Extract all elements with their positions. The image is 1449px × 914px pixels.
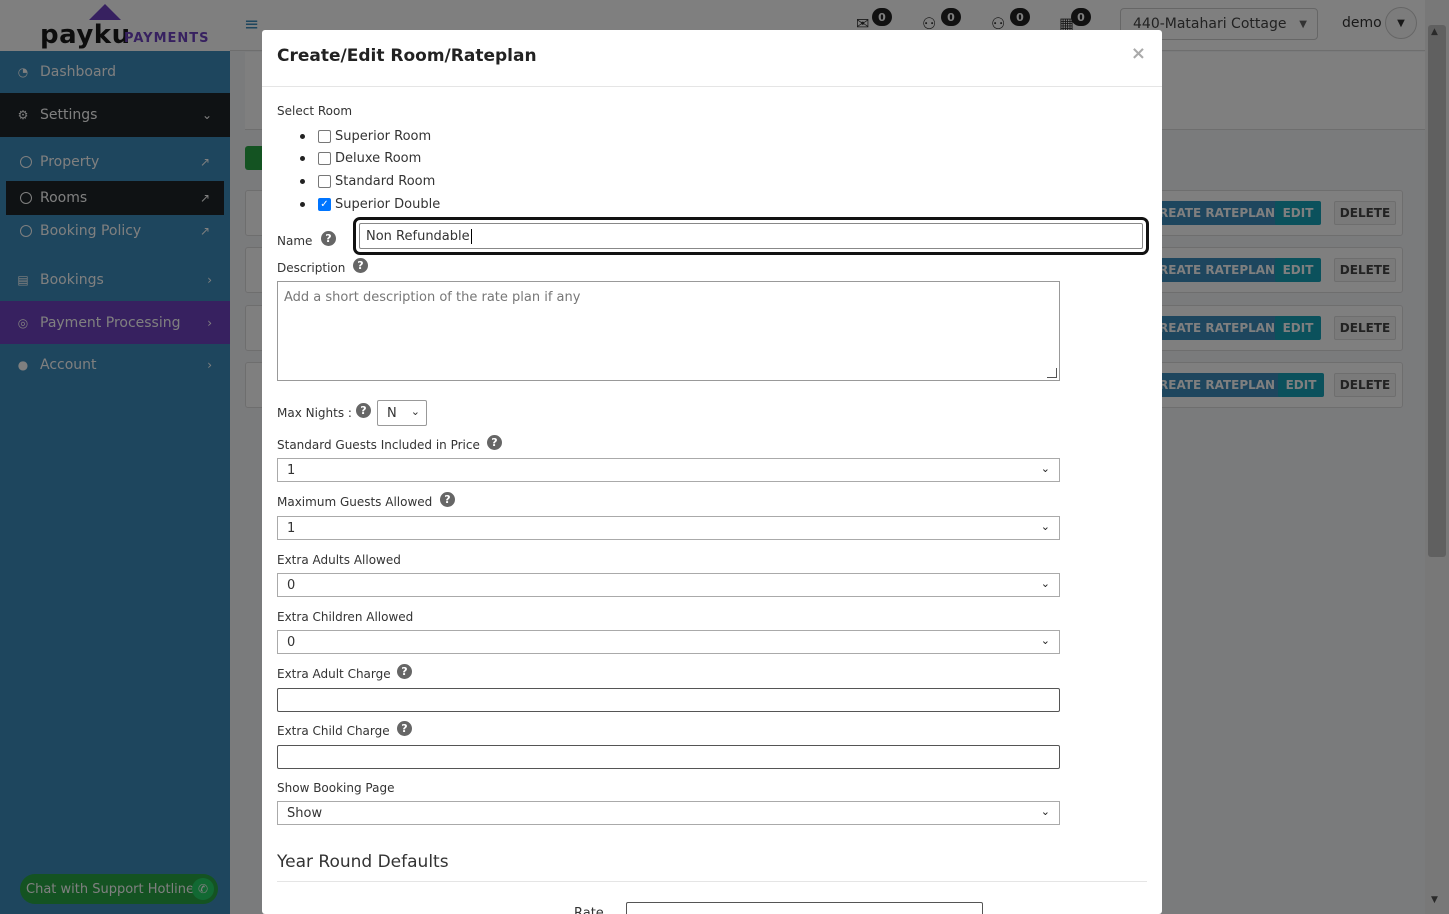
rate-input[interactable] (626, 902, 983, 914)
room-option-label: Standard Room (335, 174, 436, 189)
room-checkbox[interactable] (318, 175, 331, 188)
divider (277, 881, 1147, 882)
extra-adults-select[interactable]: 0 ⌄ (277, 573, 1060, 597)
max-guests-label: Maximum Guests Allowed (277, 495, 433, 509)
extra-adults-value: 0 (287, 577, 296, 593)
room-option-label: Superior Room (335, 129, 432, 144)
description-label: Description (277, 261, 346, 275)
max-nights-select[interactable]: N ⌄ (377, 400, 427, 426)
show-booking-value: Show (287, 805, 323, 821)
modal-header: Create/Edit Room/Rateplan × (262, 30, 1162, 87)
standard-guests-select[interactable]: 1 ⌄ (277, 458, 1060, 482)
room-option-superior-double[interactable]: ✓ Superior Double (300, 197, 440, 212)
section-title: Year Round Defaults (277, 852, 449, 872)
extra-children-select[interactable]: 0 ⌄ (277, 630, 1060, 654)
room-checkbox[interactable] (318, 152, 331, 165)
chevron-down-icon: ⌄ (1040, 520, 1050, 533)
close-icon[interactable]: × (1131, 43, 1146, 64)
extra-adult-charge-label: Extra Adult Charge (277, 667, 391, 681)
bullet (300, 134, 305, 139)
chevron-down-icon: ⌄ (1040, 577, 1050, 590)
help-icon[interactable]: ? (353, 258, 368, 273)
room-checkbox[interactable] (318, 130, 331, 143)
select-room-label: Select Room (277, 104, 353, 118)
help-icon[interactable]: ? (356, 403, 371, 418)
name-label: Name (277, 234, 313, 248)
extra-child-charge-input[interactable] (277, 745, 1060, 769)
chevron-down-icon: ⌄ (1040, 634, 1050, 647)
description-placeholder: Add a short description of the rate plan… (284, 290, 581, 305)
rate-label: Rate (574, 906, 604, 914)
max-nights-label: Max Nights : (277, 406, 352, 420)
chevron-down-icon: ⌄ (1040, 805, 1050, 818)
help-icon[interactable]: ? (440, 492, 455, 507)
name-input[interactable]: Non Refundable (353, 217, 1149, 255)
bullet (300, 156, 305, 161)
modal-title: Create/Edit Room/Rateplan (277, 46, 537, 66)
help-icon[interactable]: ? (321, 231, 336, 246)
resize-grip-icon[interactable] (1047, 368, 1057, 378)
room-option-label: Deluxe Room (335, 151, 422, 166)
bullet (300, 202, 305, 207)
room-option-standard-room[interactable]: Standard Room (300, 174, 435, 189)
help-icon[interactable]: ? (397, 664, 412, 679)
bullet (300, 179, 305, 184)
show-booking-select[interactable]: Show ⌄ (277, 801, 1060, 825)
standard-guests-value: 1 (287, 462, 296, 478)
extra-child-charge-label: Extra Child Charge (277, 724, 390, 738)
max-nights-value: N (387, 405, 397, 421)
extra-adult-charge-input[interactable] (277, 688, 1060, 712)
help-icon[interactable]: ? (397, 721, 412, 736)
description-textarea[interactable]: Add a short description of the rate plan… (277, 281, 1060, 381)
extra-children-label: Extra Children Allowed (277, 610, 414, 624)
help-icon[interactable]: ? (487, 435, 502, 450)
rateplan-modal: Create/Edit Room/Rateplan × Select Room … (262, 30, 1162, 914)
room-option-label: Superior Double (335, 197, 441, 212)
room-option-deluxe-room[interactable]: Deluxe Room (300, 151, 421, 166)
show-booking-label: Show Booking Page (277, 781, 395, 795)
room-option-superior-room[interactable]: Superior Room (300, 129, 431, 144)
name-input-field[interactable]: Non Refundable (359, 223, 1143, 249)
extra-children-value: 0 (287, 634, 296, 650)
max-guests-select[interactable]: 1 ⌄ (277, 516, 1060, 540)
room-checkbox-checked[interactable]: ✓ (318, 198, 331, 211)
standard-guests-label: Standard Guests Included in Price (277, 438, 480, 452)
chevron-down-icon: ⌄ (410, 405, 420, 418)
max-guests-value: 1 (287, 520, 296, 536)
extra-adults-label: Extra Adults Allowed (277, 553, 401, 567)
text-caret (470, 228, 472, 244)
name-input-value: Non Refundable (366, 228, 470, 244)
chevron-down-icon: ⌄ (1040, 462, 1050, 475)
